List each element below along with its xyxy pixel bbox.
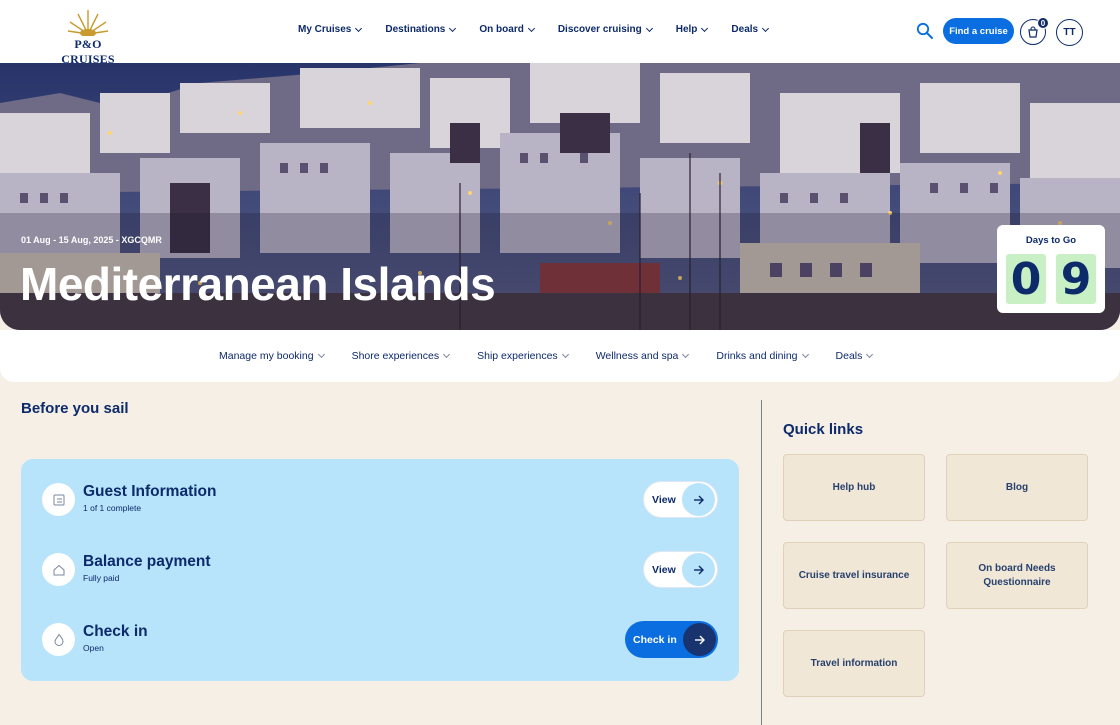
- arrow-right-icon: [682, 553, 715, 586]
- chevron-down-icon: [682, 350, 690, 359]
- nav-discover-cruising[interactable]: Discover cruising: [558, 24, 653, 35]
- quick-link-cruise-travel-insurance[interactable]: Cruise travel insurance: [783, 542, 925, 609]
- chevron-down-icon: [317, 350, 325, 359]
- home-icon: [42, 553, 75, 586]
- cruise-dates-reference: 01 Aug - 15 Aug, 2025 - XGCQMR: [21, 235, 162, 245]
- task-guest-information: Guest Information 1 of 1 complete View: [42, 479, 718, 519]
- task-title: Guest Information: [83, 483, 217, 500]
- arrow-right-icon: [682, 483, 715, 516]
- nav-my-cruises[interactable]: My Cruises: [298, 24, 363, 35]
- clipboard-icon: [42, 483, 75, 516]
- subnav-drinks-and-dining[interactable]: Drinks and dining: [716, 350, 809, 362]
- task-status: Fully paid: [83, 573, 120, 583]
- sunburst-logo-icon: [67, 10, 109, 36]
- top-header: P&O CRUISES My Cruises Destinations On b…: [0, 0, 1120, 66]
- task-status: Open: [83, 643, 104, 653]
- chevron-down-icon: [561, 350, 569, 359]
- nav-help[interactable]: Help: [676, 24, 709, 35]
- chevron-down-icon: [866, 350, 874, 359]
- basket-button[interactable]: 0: [1020, 17, 1049, 45]
- subnav-shore-experiences[interactable]: Shore experiences: [352, 350, 451, 362]
- chevron-down-icon: [801, 350, 809, 359]
- quick-link-travel-information[interactable]: Travel information: [783, 630, 925, 697]
- cruise-title: Mediterranean Islands: [20, 258, 496, 310]
- main-nav: My Cruises Destinations On board Discove…: [298, 24, 792, 35]
- countdown-label: Days to Go: [1025, 235, 1077, 246]
- quick-link-blog[interactable]: Blog: [946, 454, 1088, 521]
- search-icon[interactable]: [916, 22, 934, 40]
- nav-destinations[interactable]: Destinations: [385, 24, 457, 35]
- balance-payment-view-button[interactable]: View: [643, 551, 718, 588]
- chevron-down-icon: [449, 24, 457, 32]
- user-avatar[interactable]: TT: [1056, 19, 1083, 46]
- chevron-down-icon: [527, 24, 535, 32]
- countdown-digit-ones: 9: [1056, 254, 1096, 305]
- po-cruises-logo[interactable]: P&O CRUISES: [48, 8, 128, 66]
- task-check-in: Check in Open Check in: [42, 619, 718, 659]
- before-you-sail-tasks: Guest Information 1 of 1 complete View B…: [21, 459, 739, 681]
- guest-information-view-button[interactable]: View: [643, 481, 718, 518]
- basket-icon: [1028, 26, 1038, 38]
- chevron-down-icon: [443, 350, 451, 359]
- flame-icon: [42, 623, 75, 656]
- subnav-deals[interactable]: Deals: [836, 350, 874, 362]
- task-title: Check in: [83, 623, 148, 640]
- basket-count-badge: 0: [1037, 17, 1049, 29]
- subnav-manage-my-booking[interactable]: Manage my booking: [219, 350, 325, 362]
- chevron-down-icon: [762, 24, 770, 32]
- task-status: 1 of 1 complete: [83, 503, 142, 513]
- nav-on-board[interactable]: On board: [479, 24, 535, 35]
- check-in-button[interactable]: Check in: [625, 621, 718, 658]
- quick-link-on-board-needs-questionnaire[interactable]: On board Needs Questionnaire: [946, 542, 1088, 609]
- nav-deals[interactable]: Deals: [731, 24, 770, 35]
- quick-links-heading: Quick links: [783, 421, 864, 438]
- countdown-digit-tens: 0: [1006, 254, 1046, 305]
- task-balance-payment: Balance payment Fully paid View: [42, 549, 718, 589]
- subnav-wellness-and-spa[interactable]: Wellness and spa: [596, 350, 690, 362]
- chevron-down-icon: [701, 24, 709, 32]
- arrow-right-icon: [683, 623, 716, 656]
- chevron-down-icon: [645, 24, 653, 32]
- column-divider: [761, 400, 762, 725]
- quick-link-help-hub[interactable]: Help hub: [783, 454, 925, 521]
- subnav-ship-experiences[interactable]: Ship experiences: [477, 350, 569, 362]
- hero-banner: 01 Aug - 15 Aug, 2025 - XGCQMR Mediterra…: [0, 63, 1120, 330]
- task-title: Balance payment: [83, 553, 211, 570]
- before-you-sail-heading: Before you sail: [21, 400, 129, 417]
- find-a-cruise-button[interactable]: Find a cruise: [943, 18, 1014, 44]
- chevron-down-icon: [355, 24, 363, 32]
- days-to-go-countdown: Days to Go 0 9: [997, 225, 1105, 313]
- booking-subnav: Manage my booking Shore experiences Ship…: [0, 330, 1120, 382]
